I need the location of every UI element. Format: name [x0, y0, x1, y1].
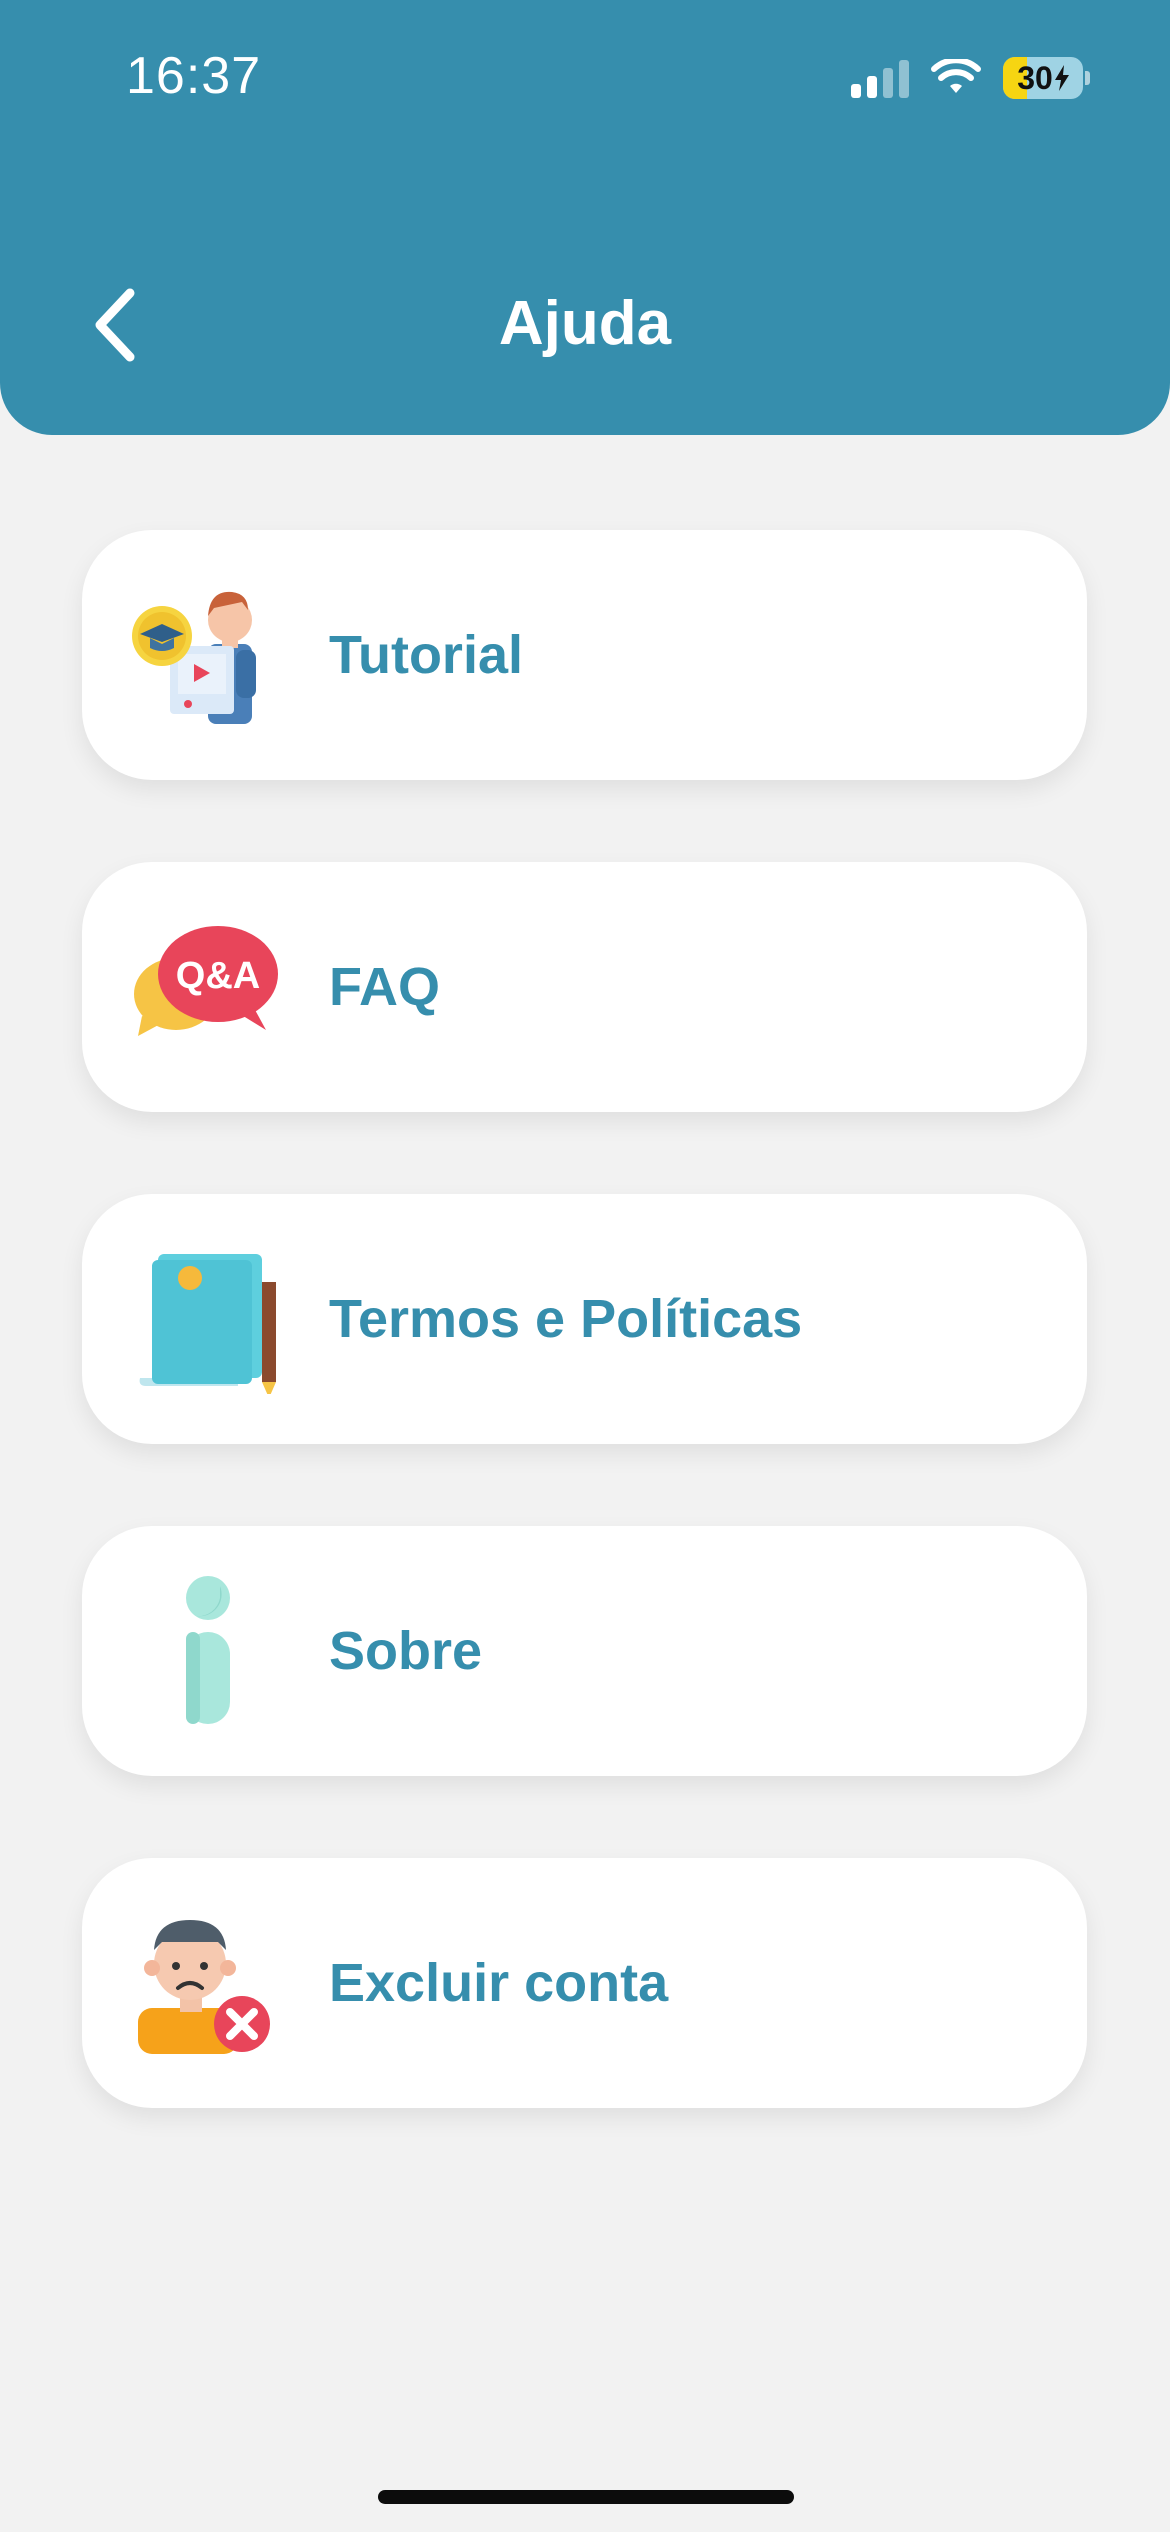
status-time: 16:37 [126, 47, 262, 105]
menu-item-label: Excluir conta [329, 1953, 669, 2013]
app-header: 16:37 30 Ajuda [0, 0, 1170, 435]
wifi-icon [931, 59, 981, 93]
page-title: Ajuda [498, 289, 672, 358]
menu-item-label: FAQ [329, 957, 441, 1017]
tutorial-video-icon [130, 580, 280, 730]
battery-group: 30 [1003, 57, 1090, 99]
bolt-icon [1054, 65, 1069, 91]
battery-tip [1085, 71, 1090, 85]
delete-account-icon [130, 1908, 280, 2058]
battery-level: 30 [1017, 59, 1053, 96]
menu-item-label: Tutorial [329, 625, 523, 685]
info-icon [130, 1576, 280, 1726]
document-pencil-icon [130, 1244, 280, 1394]
menu-item-label: Termos e Políticas [329, 1289, 803, 1349]
menu-item-label: Sobre [329, 1621, 483, 1681]
qa-bubbles-icon: Q&A [130, 912, 280, 1062]
menu-item-delete-account[interactable]: Excluir conta [82, 1858, 1087, 2108]
status-icons: 30 [851, 56, 1090, 100]
qa-icon-text: Q&A [176, 955, 260, 997]
battery-charging-icon: 30 [1003, 57, 1083, 99]
menu-item-tutorial[interactable]: Tutorial [82, 530, 1087, 780]
menu-item-terms[interactable]: Termos e Políticas [82, 1194, 1087, 1444]
home-indicator[interactable] [378, 2490, 794, 2504]
signal-icon [851, 58, 909, 98]
menu-item-about[interactable]: Sobre [82, 1526, 1087, 1776]
menu-item-faq[interactable]: Q&A FAQ [82, 862, 1087, 1112]
